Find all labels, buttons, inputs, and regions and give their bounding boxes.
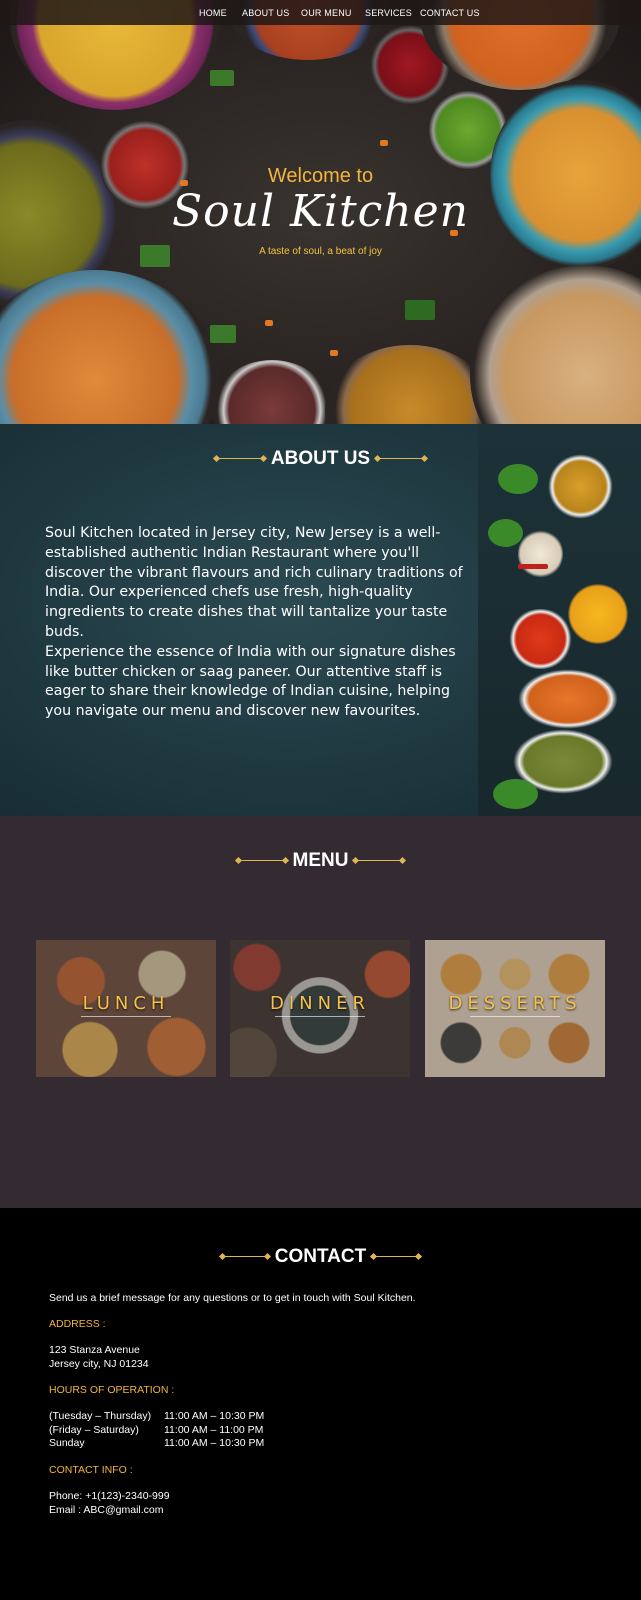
hero-tagline: A taste of soul, a beat of joy xyxy=(259,246,382,257)
contact-heading-text: CONTACT xyxy=(274,1245,367,1267)
heading-ornament xyxy=(215,458,264,459)
about-section: ABOUT US Soul Kitchen located in Jersey … xyxy=(0,424,641,816)
nav-contact-us[interactable]: CONTACT US xyxy=(420,8,480,18)
contact-section: CONTACT Send us a brief message for any … xyxy=(0,1208,641,1600)
hours-table: (Tuesday – Thursday) 11:00 AM – 10:30 PM… xyxy=(49,1410,264,1451)
contact-heading: CONTACT xyxy=(0,1242,641,1268)
menu-card-lunch-label: LUNCH xyxy=(82,993,170,1014)
heading-ornament xyxy=(355,860,404,861)
garnish-petal xyxy=(380,140,388,146)
menu-card-dinner-label: DINNER xyxy=(270,993,370,1014)
nav-home[interactable]: HOME xyxy=(199,8,227,18)
address-label: ADDRESS : xyxy=(49,1318,106,1330)
garnish-leaf xyxy=(405,300,435,320)
hours-row: (Friday – Saturday) 11:00 AM – 11:00 PM xyxy=(49,1424,264,1438)
contact-intro: Send us a brief message for any question… xyxy=(49,1292,416,1304)
menu-heading: MENU xyxy=(0,846,641,872)
about-heading-text: ABOUT US xyxy=(270,447,371,469)
address-line-2: Jersey city, NJ 01234 xyxy=(49,1358,149,1370)
about-paragraph-2: Experience the essence of India with our… xyxy=(45,643,456,720)
hours-label: HOURS OF OPERATION : xyxy=(49,1384,175,1396)
garnish-leaf xyxy=(210,70,234,86)
about-body: Soul Kitchen located in Jersey city, New… xyxy=(45,524,465,722)
contact-info-label: CONTACT INFO : xyxy=(49,1464,133,1476)
contact-phone[interactable]: Phone: +1(123)-2340-999 xyxy=(49,1490,170,1504)
menu-heading-text: MENU xyxy=(292,849,349,871)
naan-plate-image xyxy=(470,265,641,424)
menu-card-dinner[interactable]: DINNER xyxy=(230,940,410,1077)
heading-ornament xyxy=(221,1256,268,1257)
hours-day: Sunday xyxy=(49,1437,85,1449)
pepper-bowl-image xyxy=(212,360,332,424)
heading-ornament xyxy=(373,1256,420,1257)
contact-email[interactable]: Email : ABC@gmail.com xyxy=(49,1504,164,1518)
hero-section: Welcome to Soul Kitchen A taste of soul,… xyxy=(0,0,641,424)
about-paragraph-1: Soul Kitchen located in Jersey city, New… xyxy=(45,525,463,640)
spices-image xyxy=(478,424,641,816)
about-heading: ABOUT US xyxy=(0,444,641,470)
menu-section: MENU LUNCH DINNER DESSERTS xyxy=(0,816,641,1208)
garnish-petal xyxy=(330,350,338,356)
hours-time: 11:00 AM – 10:30 PM xyxy=(164,1437,265,1449)
menu-card-desserts[interactable]: DESSERTS xyxy=(425,940,605,1077)
hours-day: (Tuesday – Thursday) xyxy=(49,1410,152,1422)
hours-row: (Tuesday – Thursday) 11:00 AM – 10:30 PM xyxy=(49,1410,264,1424)
menu-card-lunch[interactable]: LUNCH xyxy=(36,940,216,1077)
hours-time: 11:00 AM – 11:00 PM xyxy=(164,1423,264,1436)
garnish-petal xyxy=(265,320,273,326)
nav-services[interactable]: SERVICES xyxy=(365,8,412,18)
hours-time: 11:00 AM – 10:30 PM xyxy=(164,1410,265,1422)
top-nav: HOME ABOUT US OUR MENU SERVICES CONTACT … xyxy=(0,0,641,25)
menu-card-desserts-label: DESSERTS xyxy=(448,993,582,1014)
hero-welcome: Welcome to xyxy=(267,165,374,187)
heading-ornament xyxy=(237,860,286,861)
hours-day: (Friday – Saturday) xyxy=(49,1423,139,1436)
hours-row: Sunday 11:00 AM – 10:30 PM xyxy=(49,1437,264,1451)
garnish-leaf xyxy=(210,325,236,343)
hero-title: Soul Kitchen xyxy=(171,186,469,237)
address-line-1: 123 Stanza Avenue xyxy=(49,1344,140,1356)
heading-ornament xyxy=(377,458,426,459)
samosa-bowl-image xyxy=(0,270,220,424)
nav-about-us[interactable]: ABOUT US xyxy=(242,8,289,18)
nav-our-menu[interactable]: OUR MENU xyxy=(301,8,352,18)
